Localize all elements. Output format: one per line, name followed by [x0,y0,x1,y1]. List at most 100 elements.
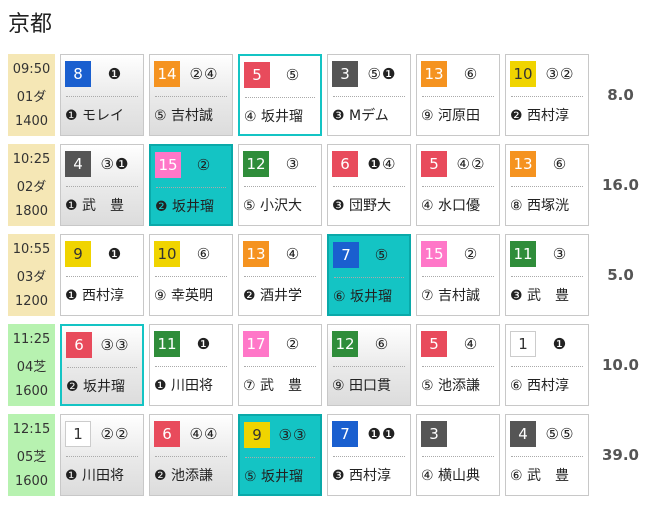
entry-cell[interactable]: 12 ③ ⑤ 小沢大 [238,144,322,226]
jockey-label: ⑤ 池添謙 [421,378,481,394]
entry-cell[interactable]: 14 ②④ ⑤ 吉村誠 [149,54,233,136]
entry-cell[interactable]: 5 ④② ④ 水口優 [416,144,500,226]
horse-number-badge: 7 [333,242,359,268]
entry-cell[interactable]: 13 ⑥ ⑨ 河原田 [416,54,500,136]
horse-number-badge: 15 [155,152,181,178]
rank-marks: ❶❶ [367,425,397,443]
entry-cell[interactable]: 8❶ ❶ モレイ [60,54,144,136]
horse-number-badge: 11 [154,331,180,357]
race-info[interactable]: 10:25 02ダ 1800 [8,144,55,226]
entry-cell[interactable]: 17 ② ⑦ 武 豊 [238,324,322,406]
divider [244,276,316,277]
rank-marks: ❶ [196,335,212,353]
entry-cell[interactable]: 4 ⑤⑤ ⑥ 武 豊 [505,414,589,496]
rank-marks: ❶ [107,65,123,83]
rank-marks: ③ [285,155,301,173]
race-odds: 8.0 [607,86,634,104]
race-dist: 1600 [14,383,49,399]
race-time: 09:50 [12,61,51,77]
jockey-label: ⑦ 吉村誠 [421,288,481,304]
entry-cell[interactable]: 15 ② ❷ 坂井瑠 [149,144,233,226]
rank-marks: ② [463,245,479,263]
entry-cell[interactable]: 9❶ ❶ 西村淳 [60,234,144,316]
race-race: 03ダ [16,269,47,285]
entry-cell[interactable]: 6 ③③ ❷ 坂井瑠 [60,324,144,406]
entry-cell[interactable]: 5⑤ ④ 坂井瑠 [238,54,322,136]
horse-number-badge: 5 [421,151,447,177]
divider [511,456,583,457]
entry-cell[interactable]: 13 ④ ❷ 酒井学 [238,234,322,316]
jockey-label: ⑤ 吉村誠 [154,108,214,124]
horse-number-badge: 10 [154,241,180,267]
race-odds: 5.0 [607,266,634,284]
entry-cell[interactable]: 6 ④④ ❷ 池添謙 [149,414,233,496]
entry-cell[interactable]: 4 ③❶ ❶ 武 豊 [60,144,144,226]
jockey-label: ❷ 池添謙 [154,468,214,484]
horse-number-badge: 1 [65,421,91,447]
divider [511,186,583,187]
horse-number-badge: 11 [510,241,536,267]
race-race: 02ダ [16,179,47,195]
race-time: 11:25 [12,331,51,347]
entry-cell[interactable]: 7⑤ ⑥ 坂井瑠 [327,234,411,316]
race-race: 05芝 [16,449,47,465]
entry-cell[interactable]: 5④ ⑤ 池添謙 [416,324,500,406]
entry-cell[interactable]: 10 ③② ❷ 西村淳 [505,54,589,136]
rank-marks: ③② [545,65,575,83]
jockey-label: ❶ 武 豊 [65,198,125,214]
jockey-label: ④ 横山典 [421,468,481,484]
rank-marks: ❶ [107,245,123,263]
race-time: 10:25 [12,151,51,167]
entry-cell[interactable]: 3 ⑤❶ ❸ Mデム [327,54,411,136]
jockey-label: ❷ 坂井瑠 [66,379,126,395]
jockey-label: ④ 坂井瑠 [244,109,304,125]
horse-number-badge: 3 [332,61,358,87]
race-info[interactable]: 09:50 01ダ 1400 [8,54,55,136]
divider [333,186,405,187]
divider [245,97,315,98]
jockey-label: ❸ 武 豊 [510,288,570,304]
divider [156,187,226,188]
race-info[interactable]: 10:55 03ダ 1200 [8,234,55,316]
horse-number-badge: 5 [244,62,270,88]
rank-marks: ⑤⑤ [545,425,575,443]
rank-marks: ③③ [100,336,130,354]
race-info[interactable]: 11:25 04芝 1600 [8,324,55,406]
divider [422,186,494,187]
horse-number-badge: 1 [510,331,536,357]
horse-number-badge: 7 [332,421,358,447]
entry-cell[interactable]: 7 ❶❶ ❸ 西村淳 [327,414,411,496]
entry-cell[interactable]: 1❶ ⑥ 西村淳 [505,324,589,406]
race-info[interactable]: 12:15 05芝 1600 [8,414,55,496]
entry-cell[interactable]: 1 ②② ❶ 川田将 [60,414,144,496]
entry-cell[interactable]: 6 ❶④ ❸ 団野大 [327,144,411,226]
divider [155,96,227,97]
entry-cell[interactable]: 10 ⑥ ⑨ 幸英明 [149,234,233,316]
jockey-label: ⑨ 河原田 [421,108,481,124]
entry-cell[interactable]: 9 ③③ ⑤ 坂井瑠 [238,414,322,496]
rank-marks: ⑥ [374,335,390,353]
rank-marks: ④④ [189,425,219,443]
jockey-label: ⑤ 坂井瑠 [244,469,304,485]
jockey-label: ❸ 団野大 [332,198,392,214]
race-dist: 1400 [14,113,49,129]
divider [66,186,138,187]
entry-cell[interactable]: 3 ④ 横山典 [416,414,500,496]
divider [155,366,227,367]
horse-number-badge: 6 [332,151,358,177]
entry-cell[interactable]: 15 ② ⑦ 吉村誠 [416,234,500,316]
divider [333,96,405,97]
divider [511,276,583,277]
jockey-label: ⑥ 坂井瑠 [333,289,393,305]
divider [333,456,405,457]
race-odds: 39.0 [601,446,639,464]
entry-cell[interactable]: 13 ⑥ ⑧ 西塚洸 [505,144,589,226]
horse-number-badge: 6 [154,421,180,447]
entry-cell[interactable]: 12 ⑥ ⑨ 田口貫 [327,324,411,406]
race-race: 01ダ [16,89,47,105]
jockey-label: ❷ 西村淳 [510,108,570,124]
page-title: 京都 [8,12,53,37]
race-time: 12:15 [12,421,51,437]
entry-cell[interactable]: 11 ❶ ❶ 川田将 [149,324,233,406]
entry-cell[interactable]: 11 ③ ❸ 武 豊 [505,234,589,316]
